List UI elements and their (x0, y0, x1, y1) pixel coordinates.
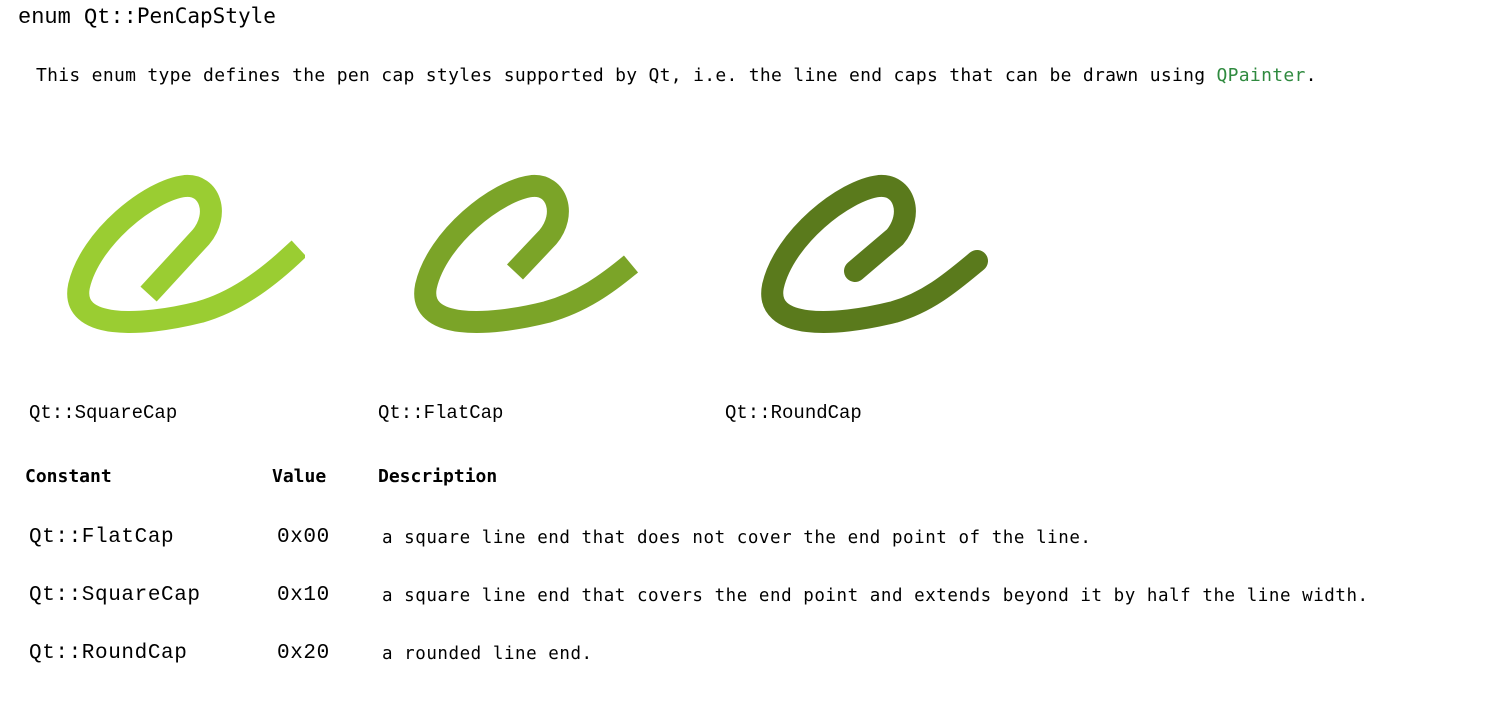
constant-cell: Qt::SquareCap (29, 584, 201, 607)
flat-cap-stroke (414, 175, 639, 333)
header-value: Value (272, 466, 327, 487)
value-cell: 0x20 (277, 642, 330, 665)
header-description: Description (378, 466, 498, 487)
square-cap-illustration (67, 175, 305, 333)
table-row: Qt::FlatCap 0x00 a square line end that … (0, 522, 1496, 562)
round-cap-stroke (761, 175, 988, 333)
round-cap-illustration (761, 175, 988, 333)
round-cap-figure (749, 160, 999, 350)
description-cell: a square line end that covers the end po… (382, 586, 1369, 606)
intro-paragraph: This enum type defines the pen cap style… (36, 62, 1317, 90)
square-cap-figure (55, 160, 305, 350)
value-cell: 0x00 (277, 526, 330, 549)
square-cap-stroke (67, 175, 305, 333)
constant-cell: Qt::RoundCap (29, 642, 188, 665)
qpainter-link[interactable]: QPainter (1217, 65, 1306, 86)
page-title: enum Qt::PenCapStyle (18, 2, 276, 32)
intro-suffix: . (1305, 65, 1317, 86)
round-cap-label: Qt::RoundCap (725, 402, 862, 424)
square-cap-label: Qt::SquareCap (29, 402, 178, 424)
table-row: Qt::SquareCap 0x10 a square line end tha… (0, 580, 1496, 620)
description-cell: a square line end that does not cover th… (382, 528, 1092, 548)
flat-cap-label: Qt::FlatCap (378, 402, 504, 424)
flat-cap-figure (402, 160, 652, 350)
header-constant: Constant (25, 466, 112, 487)
constant-cell: Qt::FlatCap (29, 526, 175, 549)
table-row: Qt::RoundCap 0x20 a rounded line end. (0, 638, 1496, 678)
description-cell: a rounded line end. (382, 644, 593, 664)
value-cell: 0x10 (277, 584, 330, 607)
title-prefix: enum Qt:: (18, 5, 137, 30)
enum-name: PenCapStyle (136, 4, 276, 28)
flat-cap-illustration (414, 175, 639, 333)
intro-text: This enum type defines the pen cap style… (36, 65, 1217, 86)
